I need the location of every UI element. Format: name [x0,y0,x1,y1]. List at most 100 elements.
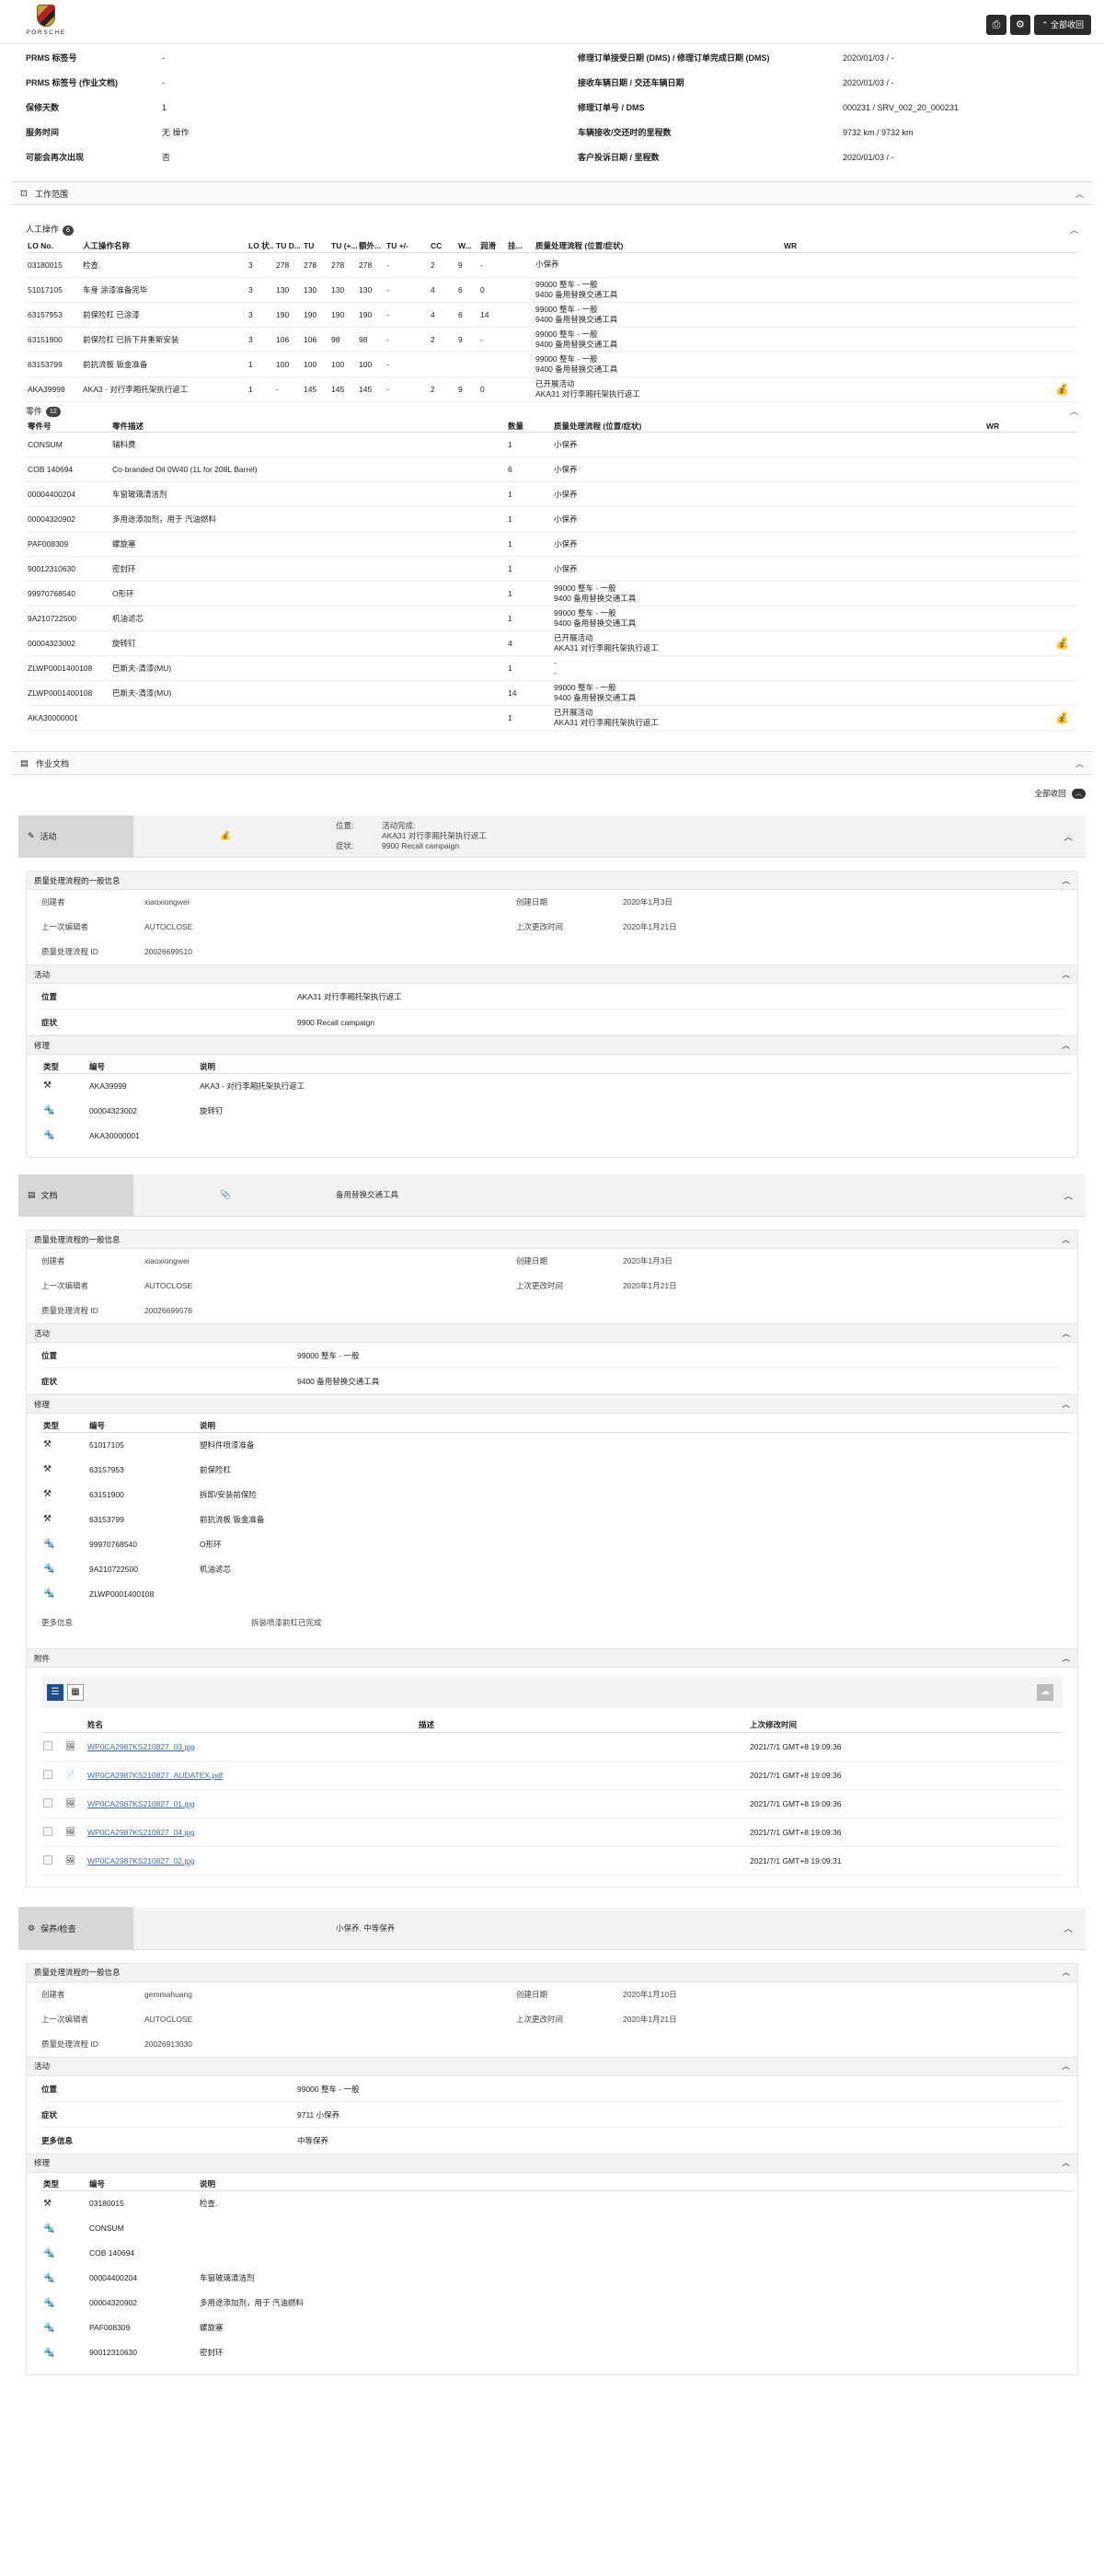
column-header[interactable]: 额外... [357,240,385,253]
wr-cell [984,680,1078,706]
parts-subheader[interactable]: 零件 12 ︿ [11,402,1093,421]
row-checkbox[interactable] [41,1846,63,1876]
panel-header[interactable]: 质量处理流程的一般信息 ︿ [27,872,1077,890]
column-header[interactable]: 姓名 [86,1717,417,1733]
wr-cell [984,531,1078,557]
table-row: 🔩99970768540O形环1 [41,1531,1072,1556]
repair-number: PAF008309 [89,2323,131,2332]
grid-view-button[interactable]: ▦ [67,1684,84,1701]
row-checkbox[interactable] [41,1732,63,1762]
column-header[interactable]: TU +/- [385,240,429,253]
chevron-up-icon: ︿ [1064,832,1073,843]
column-header[interactable]: 质量处理流程 (位置/症状) [534,240,782,253]
column-header[interactable]: TU (+... [329,240,357,253]
labor-subheader[interactable]: 人工操作 6 ︿ [11,218,1093,240]
column-header[interactable]: 描述 [417,1717,748,1733]
chevron-up-icon: ︿ [1062,1040,1070,1050]
parts-table: 零件号 零件描述 数量 质量处理流程 (位置/症状) WR CONSUM 辅料费 1 小保养 CO… [26,420,1078,731]
panel-header[interactable]: 附件 ︿ [27,1649,1077,1668]
doc-tab-bar[interactable]: ⚙ 保养/检查 小保养, 中等保养 ︿ [18,1907,1086,1950]
attachment-link[interactable]: WP0CA2987KS210827_02.jpg [86,1846,417,1876]
panel-header[interactable]: 质量处理流程的一般信息 ︿ [27,1230,1077,1249]
column-header[interactable]: 零件描述 [110,420,506,433]
column-header[interactable]: WR [782,240,1078,253]
row-checkbox[interactable] [41,1818,63,1847]
chevron-up-icon: ︿ [1072,789,1086,800]
info-value: 9900 Recall campaign [382,841,460,850]
panel-header[interactable]: 活动 ︿ [27,2057,1077,2076]
column-header[interactable]: W... [456,240,478,253]
settings-button[interactable]: ⚙ [1009,15,1030,35]
repair-number: 63151900 [89,1489,124,1499]
info-value: 1 [162,103,167,112]
info-value: 否 [162,153,171,162]
info-value: 2020年1月3日 [623,1256,673,1265]
table-cell: 已开展活动 AKA31 对行李厢托架执行返工 [552,705,984,731]
work-scope-header[interactable]: ⊡ 工作范围 ︿ [11,181,1093,205]
info-label: PRMS 标签号 [26,53,77,63]
info-label: 创建日期 [516,1989,548,1999]
column-header[interactable]: LO No. [26,240,81,253]
part-icon: 🔩 [43,1539,55,1549]
collapse-all-button[interactable]: ⌃ 全部收回 [1033,15,1091,35]
panel-header[interactable]: 修理 ︿ [27,1036,1077,1055]
table-cell: 4 [506,630,552,656]
doc-tab[interactable]: ⚙ 保养/检查 [18,1907,133,1949]
labor-icon: ⚒ [43,1464,52,1474]
table-row: 🖼 WP0CA2987KS210827_02.jpg 2021/7/1 GMT+8 … [41,1846,1063,1876]
info-label: 创建者 [41,1989,65,1999]
table-cell: 1 [247,352,274,377]
panel-header[interactable]: 活动 ︿ [27,965,1077,984]
column-header[interactable]: 质量处理流程 (位置/症状) [552,420,984,433]
column-header[interactable]: 人工操作名称 [81,240,247,253]
panel-header[interactable]: 修理 ︿ [27,2154,1077,2173]
info-value: 9732 km / 9732 km [843,128,914,137]
info-label: 创建日期 [516,897,548,907]
panel-header[interactable]: 活动 ︿ [27,1324,1077,1343]
doc-tab-bar[interactable]: ✎ 活动 💰 位置: 活动完成: AKA31 对行李厢托架执行返工 症状: 9900 Reca… [18,814,1086,858]
table-cell: 145 [302,376,329,402]
table-cell: 14 [478,302,506,328]
attachment-link[interactable]: WP0CA2987KS210827_03.jpg [86,1732,417,1762]
column-header[interactable]: 挂... [506,240,534,253]
labor-icon: ⚒ [43,1514,52,1524]
column-header[interactable]: CC [429,240,456,253]
activity-panel: 活动 ︿ 位置 AKA31 对行李厢托架执行返工 症状 9900 Recall campa… [26,965,1078,1036]
row-checkbox[interactable] [41,1761,63,1790]
part-icon: 🔩 [43,2322,55,2333]
column-header[interactable]: 数量 [506,420,552,433]
table-cell: 190 [357,302,385,328]
column-header[interactable]: 润滑 [478,240,506,253]
row-checkbox[interactable] [41,1789,63,1819]
docs-collapse-all[interactable]: 全部收回 ︿ [18,788,1086,806]
repair-description: 机油滤芯 [200,1564,232,1574]
list-view-button[interactable]: ☰ [47,1684,63,1701]
attachment-link[interactable]: WP0CA2987KS210827_AUDATEX.pdf [86,1761,417,1790]
table-row: 🔩9A210722500机油滤芯1 [41,1556,1072,1581]
attachment-link[interactable]: WP0CA2987KS210827_01.jpg [86,1789,417,1819]
column-header[interactable]: TU D... [274,240,302,253]
column-header[interactable]: 上次修改时间 [748,1717,1063,1733]
table-cell: 100 [302,352,329,377]
work-docs-header[interactable]: ▤ 作业文档 ︿ [11,751,1093,775]
column-header[interactable]: LO 状... [247,240,274,253]
panel-header[interactable]: 质量处理流程的一般信息 ︿ [27,1963,1077,1982]
upload-cloud-icon[interactable]: ☁ [1037,1684,1053,1701]
info-value: - [162,53,165,63]
print-button[interactable]: ⎙ [985,15,1006,35]
info-value: 9400 备用替换交通工具 [297,1377,380,1386]
column-header[interactable]: WR [984,420,1078,433]
doc-tab[interactable]: ▤ 文档 [18,1173,133,1217]
doc-tab-bar[interactable]: ▤ 文档 📎 备用替换交通工具 ︿ [18,1173,1086,1217]
repair-number: 00004400204 [89,2273,138,2282]
info-value: 000231 / SRV_002_20_000231 [843,103,959,112]
table-cell: 106 [302,327,329,352]
panel-header[interactable]: 修理 ︿ [27,1395,1077,1414]
column-header[interactable]: TU [302,240,329,253]
column-header[interactable]: 零件号 [26,420,110,433]
attachment-link[interactable]: WP0CA2987KS210827_04.jpg [86,1818,417,1847]
info-label: 服务时间 [26,128,60,137]
column-header: 编号 [87,1060,198,1074]
doc-tab[interactable]: ✎ 活动 [18,814,133,858]
table-cell: 99000 整车 - 一般 9400 备用替换交通工具 [534,327,782,352]
